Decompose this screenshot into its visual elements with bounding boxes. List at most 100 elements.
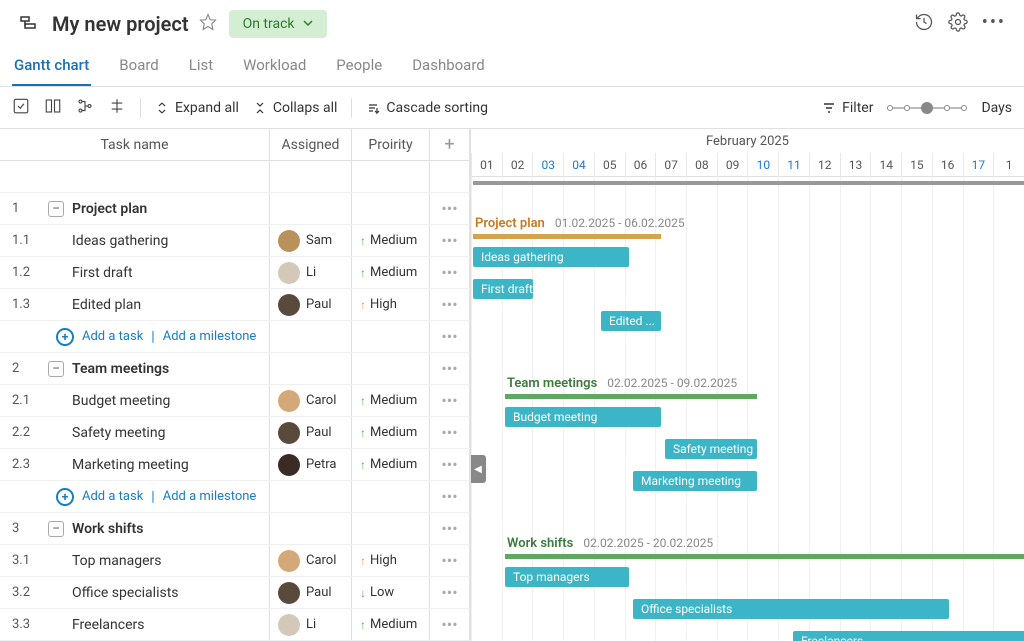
avatar[interactable] bbox=[278, 422, 300, 444]
row-more-button[interactable]: ••• bbox=[430, 193, 470, 224]
task-name[interactable]: Marketing meeting bbox=[72, 457, 189, 473]
tab-dashboard[interactable]: Dashboard bbox=[410, 48, 487, 86]
tab-people[interactable]: People bbox=[334, 48, 384, 86]
row-more-button[interactable]: ••• bbox=[430, 417, 470, 448]
star-icon[interactable] bbox=[199, 13, 217, 35]
task-name[interactable]: Freelancers bbox=[72, 617, 145, 633]
status-badge[interactable]: On track bbox=[229, 10, 327, 38]
avatar[interactable] bbox=[278, 230, 300, 252]
cascade-sort-label: Cascade sorting bbox=[386, 100, 488, 116]
row-more-button[interactable]: ••• bbox=[430, 609, 470, 640]
row-more-button[interactable]: ••• bbox=[430, 257, 470, 288]
tab-list[interactable]: List bbox=[187, 48, 215, 86]
add-task-link[interactable]: Add a task bbox=[82, 329, 143, 344]
chevron-down-icon bbox=[303, 16, 313, 32]
day-header: 05 bbox=[594, 153, 625, 177]
assignee-name: Paul bbox=[306, 425, 332, 440]
task-name[interactable]: Top managers bbox=[72, 553, 162, 569]
row-more-button[interactable]: ••• bbox=[430, 225, 470, 256]
row-more-button[interactable]: ••• bbox=[430, 481, 470, 512]
collapse-all-button[interactable]: Collaps all bbox=[253, 100, 338, 116]
autoschedule-icon[interactable] bbox=[108, 97, 126, 119]
avatar[interactable] bbox=[278, 614, 300, 636]
row-more-button[interactable]: ••• bbox=[430, 577, 470, 608]
page-title: My new project bbox=[52, 12, 189, 36]
avatar[interactable] bbox=[278, 454, 300, 476]
collapse-group-button[interactable]: − bbox=[48, 201, 64, 217]
collapse-group-button[interactable]: − bbox=[48, 361, 64, 377]
task-bar[interactable]: Top managers bbox=[505, 567, 629, 587]
row-index: 1.1 bbox=[12, 233, 40, 248]
priority-label: Medium bbox=[370, 425, 417, 440]
task-name[interactable]: Safety meeting bbox=[72, 425, 165, 441]
cascade-sort-button[interactable]: Cascade sorting bbox=[366, 100, 488, 116]
add-task-icon[interactable]: + bbox=[56, 328, 74, 346]
row-index: 2 bbox=[12, 361, 40, 376]
add-milestone-link[interactable]: Add a milestone bbox=[163, 489, 257, 504]
add-task-icon[interactable]: + bbox=[56, 488, 74, 506]
task-name[interactable]: Budget meeting bbox=[72, 393, 170, 409]
tab-board[interactable]: Board bbox=[117, 48, 160, 86]
month-label: February 2025 bbox=[471, 129, 1024, 153]
gear-icon[interactable] bbox=[948, 12, 968, 36]
columns-icon[interactable] bbox=[44, 97, 62, 119]
add-column-button[interactable]: + bbox=[430, 129, 470, 160]
filter-button[interactable]: Filter bbox=[822, 100, 873, 116]
task-bar[interactable]: Edited ... bbox=[601, 311, 661, 331]
task-bar[interactable]: Office specialists bbox=[633, 599, 949, 619]
row-more-button[interactable]: ••• bbox=[430, 353, 470, 384]
group-bracket[interactable] bbox=[505, 394, 757, 399]
row-more-button[interactable]: ••• bbox=[430, 449, 470, 480]
col-task-header: Task name bbox=[0, 129, 270, 160]
add-milestone-link[interactable]: Add a milestone bbox=[163, 329, 257, 344]
task-name[interactable]: Edited plan bbox=[72, 297, 141, 313]
row-more-button[interactable]: ••• bbox=[430, 545, 470, 576]
group-bracket[interactable] bbox=[473, 234, 661, 239]
avatar[interactable] bbox=[278, 390, 300, 412]
add-task-link[interactable]: Add a task bbox=[82, 489, 143, 504]
group-bracket[interactable] bbox=[505, 554, 1024, 559]
day-header: 07 bbox=[655, 153, 686, 177]
row-more-button[interactable]: ••• bbox=[430, 513, 470, 544]
priority-arrow-icon: ↑ bbox=[360, 554, 366, 568]
day-header: 04 bbox=[563, 153, 594, 177]
avatar[interactable] bbox=[278, 582, 300, 604]
row-more-button[interactable]: ••• bbox=[430, 321, 470, 352]
day-header: 12 bbox=[809, 153, 840, 177]
task-name[interactable]: Office specialists bbox=[72, 585, 179, 601]
filter-label: Filter bbox=[842, 100, 873, 116]
history-icon[interactable] bbox=[914, 12, 934, 36]
task-name[interactable]: Ideas gathering bbox=[72, 233, 168, 249]
row-index: 2.2 bbox=[12, 425, 40, 440]
group-name[interactable]: Team meetings bbox=[72, 361, 169, 377]
priority-arrow-icon: ↑ bbox=[360, 394, 366, 408]
task-bar[interactable]: First draft bbox=[473, 279, 533, 299]
group-dates: 02.02.2025 - 09.02.2025 bbox=[607, 376, 737, 390]
checklist-icon[interactable] bbox=[12, 97, 30, 119]
tab-gantt-chart[interactable]: Gantt chart bbox=[12, 48, 91, 86]
task-bar[interactable]: Budget meeting bbox=[505, 407, 661, 427]
priority-label: High bbox=[370, 297, 397, 312]
tab-workload[interactable]: Workload bbox=[241, 48, 308, 86]
row-more-button[interactable]: ••• bbox=[430, 385, 470, 416]
row-more-button[interactable]: ••• bbox=[430, 289, 470, 320]
task-bar[interactable]: Freelancers bbox=[793, 631, 1024, 641]
task-bar[interactable]: Marketing meeting bbox=[633, 471, 757, 491]
zoom-slider[interactable] bbox=[887, 107, 967, 109]
task-bar[interactable]: Safety meeting bbox=[665, 439, 757, 459]
avatar[interactable] bbox=[278, 294, 300, 316]
group-name[interactable]: Work shifts bbox=[72, 521, 143, 537]
task-bar[interactable]: Ideas gathering bbox=[473, 247, 629, 267]
more-icon[interactable]: ••• bbox=[982, 12, 1006, 36]
avatar[interactable] bbox=[278, 262, 300, 284]
assignee-name: Paul bbox=[306, 585, 332, 600]
day-header: 08 bbox=[686, 153, 717, 177]
avatar[interactable] bbox=[278, 550, 300, 572]
collapse-panel-handle[interactable]: ◀ bbox=[471, 455, 486, 483]
hierarchy-icon[interactable] bbox=[76, 97, 94, 119]
group-name[interactable]: Project plan bbox=[72, 201, 147, 217]
expand-all-button[interactable]: Expand all bbox=[155, 100, 239, 116]
task-name[interactable]: First draft bbox=[72, 265, 133, 281]
row-index: 1.2 bbox=[12, 265, 40, 280]
collapse-group-button[interactable]: − bbox=[48, 521, 64, 537]
